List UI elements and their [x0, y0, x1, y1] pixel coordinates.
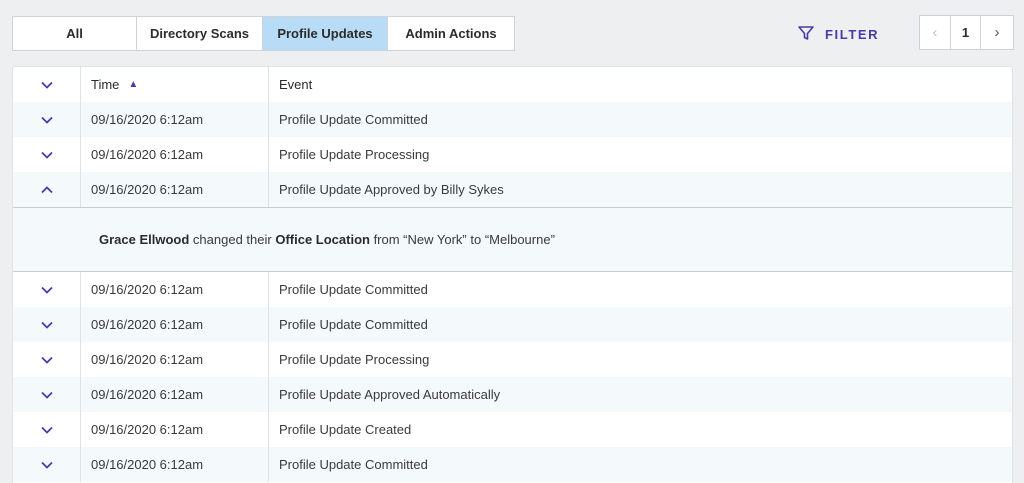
row-time: 09/16/2020 6:12am — [81, 272, 269, 307]
detail-text: changed their — [189, 232, 276, 247]
row-event: Profile Update Committed — [279, 282, 428, 297]
tab-bar: All Directory Scans Profile Updates Admi… — [12, 16, 515, 51]
chevron-down-icon — [40, 116, 53, 124]
table-row-expanded[interactable]: 09/16/2020 6:12am Profile Update Approve… — [13, 172, 1012, 207]
table-row[interactable]: 09/16/2020 6:12am Profile Update Committ… — [13, 272, 1012, 307]
event-column-header[interactable]: Event — [269, 67, 1012, 102]
row-expand-toggle[interactable] — [13, 447, 81, 482]
chevron-down-icon — [40, 426, 53, 434]
chevron-down-icon — [40, 461, 53, 469]
row-detail-panel: Grace Ellwood changed their Office Locat… — [13, 207, 1012, 272]
row-time: 09/16/2020 6:12am — [81, 412, 269, 447]
table-row[interactable]: 09/16/2020 6:12am Profile Update Approve… — [13, 377, 1012, 412]
chevron-up-icon — [40, 185, 53, 193]
detail-change: from “New York” to “Melbourne” — [369, 232, 555, 247]
row-event: Profile Update Processing — [279, 352, 430, 367]
chevron-down-icon — [40, 391, 53, 399]
chevron-down-icon — [40, 151, 53, 159]
row-time: 09/16/2020 6:12am — [81, 172, 269, 207]
time-header-label: Time — [91, 77, 120, 92]
row-time: 09/16/2020 6:12am — [81, 102, 269, 137]
row-time: 09/16/2020 6:12am — [81, 342, 269, 377]
row-event: Profile Update Committed — [279, 112, 428, 127]
detail-user[interactable]: Grace Ellwood — [99, 232, 189, 247]
expand-all-toggle[interactable] — [13, 67, 81, 102]
table-row[interactable]: 09/16/2020 6:12am Profile Update Created — [13, 412, 1012, 447]
tab-admin-actions[interactable]: Admin Actions — [388, 17, 514, 50]
filter-icon — [797, 24, 815, 45]
chevron-down-icon — [40, 286, 53, 294]
row-event: Profile Update Committed — [279, 457, 428, 472]
filter-button[interactable]: FILTER — [797, 24, 879, 45]
chevron-down-icon — [40, 321, 53, 329]
row-event: Profile Update Committed — [279, 317, 428, 332]
row-collapse-toggle[interactable] — [13, 172, 81, 207]
tab-profile-updates[interactable]: Profile Updates — [263, 17, 388, 50]
next-page-button[interactable]: › — [981, 16, 1013, 49]
prev-page-button[interactable]: ‹ — [920, 16, 951, 49]
table-header: Time ▲ Event — [13, 67, 1012, 102]
tab-all[interactable]: All — [13, 17, 137, 50]
tab-directory-scans[interactable]: Directory Scans — [137, 17, 263, 50]
row-event: Profile Update Approved Automatically — [279, 387, 501, 402]
row-event: Profile Update Approved by Billy Sykes — [279, 182, 504, 197]
row-time: 09/16/2020 6:12am — [81, 447, 269, 482]
row-expand-toggle[interactable] — [13, 377, 81, 412]
row-time: 09/16/2020 6:12am — [81, 137, 269, 172]
row-expand-toggle[interactable] — [13, 412, 81, 447]
row-expand-toggle[interactable] — [13, 272, 81, 307]
current-page[interactable]: 1 — [951, 16, 981, 49]
filter-label: FILTER — [825, 27, 880, 42]
table-row[interactable]: 09/16/2020 6:12am Profile Update Committ… — [13, 307, 1012, 342]
row-event: Profile Update Processing — [279, 147, 430, 162]
row-expand-toggle[interactable] — [13, 307, 81, 342]
row-expand-toggle[interactable] — [13, 342, 81, 377]
row-expand-toggle[interactable] — [13, 137, 81, 172]
row-time: 09/16/2020 6:12am — [81, 377, 269, 412]
events-table: Time ▲ Event 09/16/2020 6:12am Profile U… — [12, 66, 1013, 483]
table-row[interactable]: 09/16/2020 6:12am Profile Update Process… — [13, 137, 1012, 172]
table-row[interactable]: 09/16/2020 6:12am Profile Update Committ… — [13, 102, 1012, 137]
table-row[interactable]: 09/16/2020 6:12am Profile Update Committ… — [13, 447, 1012, 482]
row-time: 09/16/2020 6:12am — [81, 307, 269, 342]
table-row[interactable]: 09/16/2020 6:12am Profile Update Process… — [13, 342, 1012, 377]
pagination: ‹ 1 › — [919, 15, 1014, 50]
chevron-down-icon — [40, 356, 53, 364]
time-column-header[interactable]: Time ▲ — [81, 67, 269, 102]
row-event: Profile Update Created — [279, 422, 412, 437]
row-expand-toggle[interactable] — [13, 102, 81, 137]
detail-field: Office Location — [275, 232, 370, 247]
sort-ascending-icon: ▲ — [128, 79, 139, 90]
chevron-down-icon — [40, 81, 53, 89]
